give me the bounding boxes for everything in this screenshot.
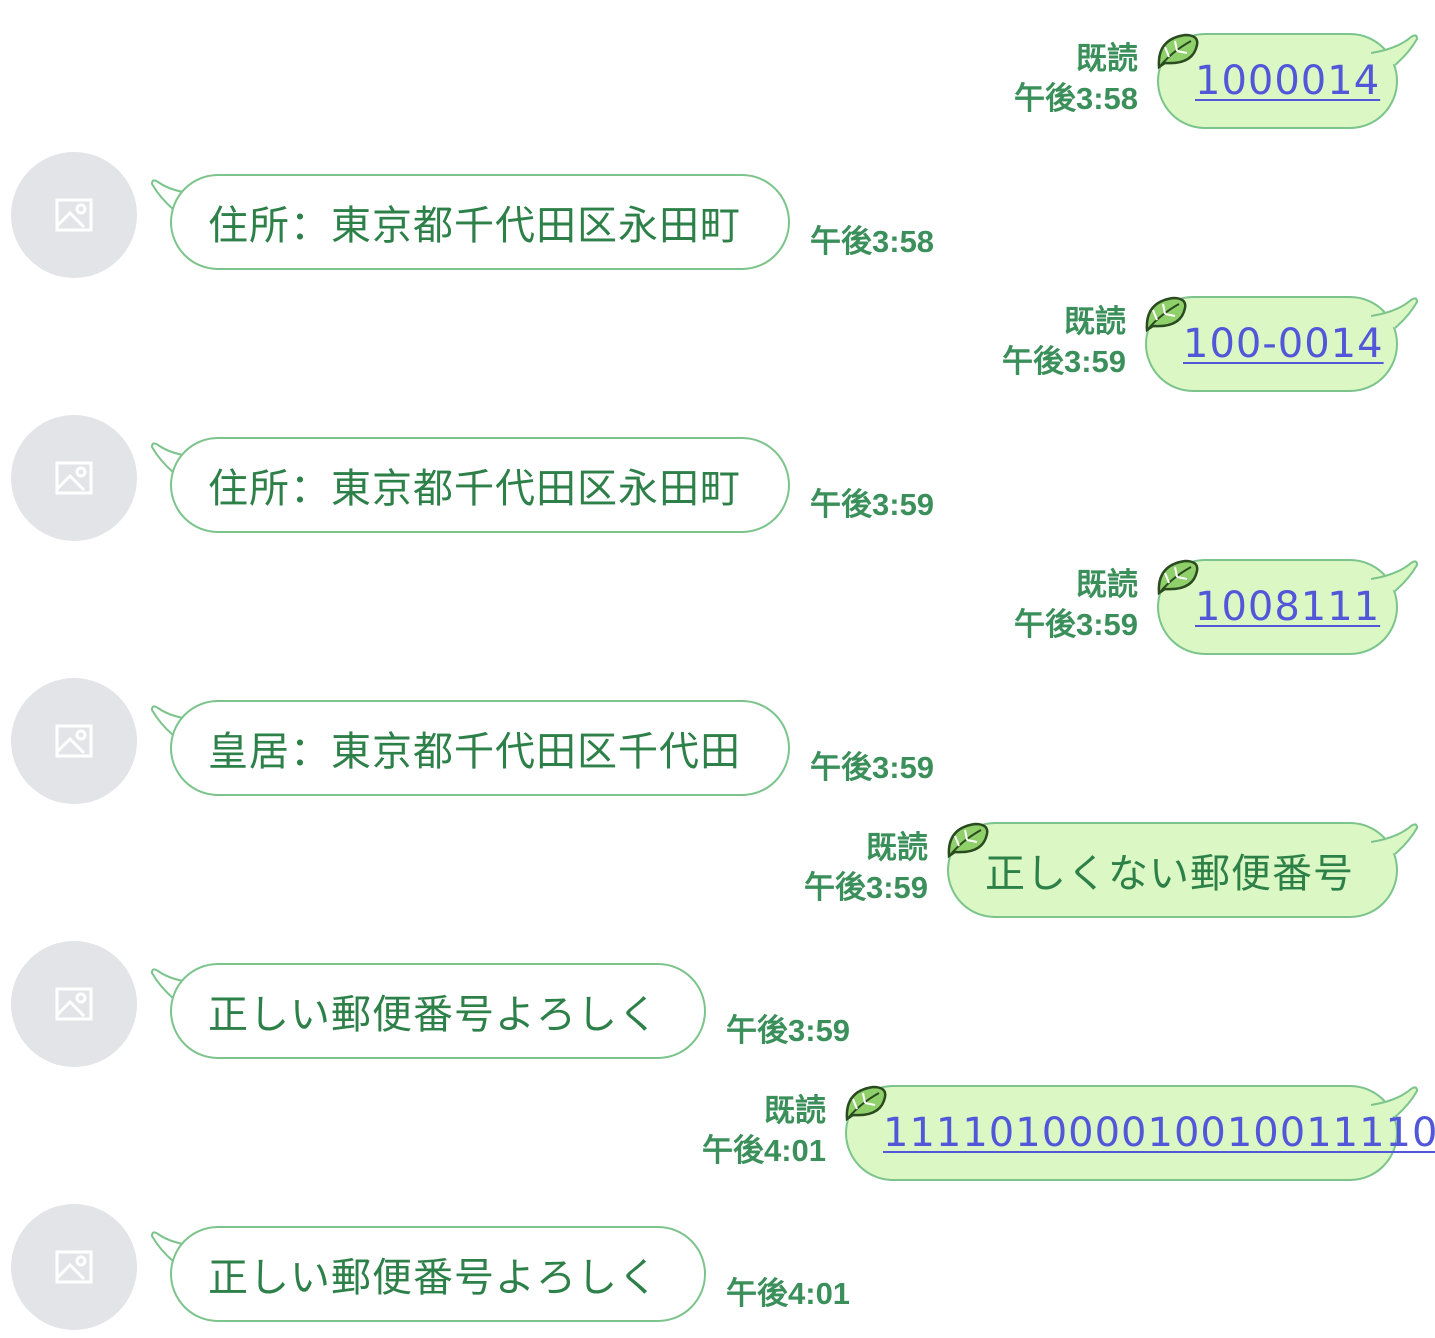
timestamp: 午後3:58: [810, 224, 935, 259]
bubble-tail: [1371, 1086, 1419, 1118]
avatar[interactable]: [11, 678, 137, 804]
message-bubble-incoming[interactable]: 住所：東京都千代田区永田町: [170, 174, 790, 270]
avatar[interactable]: [11, 152, 137, 278]
leaf-icon: [947, 822, 989, 859]
message-link[interactable]: 1000014: [1195, 58, 1380, 104]
message-link[interactable]: 1008111: [1195, 584, 1380, 630]
message-text: 正しい郵便番号よろしく: [208, 992, 659, 1038]
message-text: 皇居：東京都千代田区千代田: [208, 729, 741, 775]
message-row-incoming: 正しい郵便番号よろしく 午後3:59: [0, 941, 1435, 1067]
image-placeholder-icon: [55, 198, 93, 232]
timestamp: 午後3:59: [726, 1013, 851, 1048]
message-row-incoming: 住所：東京都千代田区永田町 午後3:58: [0, 152, 1435, 278]
image-placeholder-icon: [55, 724, 93, 758]
message-link[interactable]: 100-0014: [1183, 321, 1384, 367]
bubble-tail: [1371, 297, 1419, 329]
message-row-outgoing: 既読 午後3:59 正しくない郵便番号: [0, 822, 1435, 918]
timestamp: 午後3:59: [810, 487, 935, 522]
message-row-outgoing: 既読 午後3:58 1000014: [0, 33, 1435, 129]
message-bubble-incoming[interactable]: 皇居：東京都千代田区千代田: [170, 700, 790, 796]
message-row-incoming: 正しい郵便番号よろしく 午後4:01: [0, 1204, 1435, 1330]
message-row-outgoing: 既読 午後3:59 100-0014: [0, 296, 1435, 392]
leaf-icon: [1145, 296, 1187, 333]
timestamp: 午後4:01: [726, 1276, 851, 1311]
message-text: 住所：東京都千代田区永田町: [208, 466, 741, 512]
image-placeholder-icon: [55, 987, 93, 1021]
read-receipt: 既読: [1064, 304, 1126, 339]
message-bubble-outgoing[interactable]: 正しくない郵便番号: [947, 822, 1398, 918]
read-receipt: 既読: [764, 1093, 826, 1128]
message-bubble-incoming[interactable]: 正しい郵便番号よろしく: [170, 963, 706, 1059]
timestamp: 午後3:59: [1013, 607, 1138, 642]
read-receipt: 既読: [866, 830, 928, 865]
timestamp: 午後3:59: [1001, 344, 1126, 379]
message-meta: 既読 午後3:59: [804, 828, 928, 908]
read-receipt: 既読: [1076, 567, 1138, 602]
image-placeholder-icon: [55, 1250, 93, 1284]
message-row-incoming: 皇居：東京都千代田区千代田 午後3:59: [0, 678, 1435, 804]
timestamp: 午後4:01: [701, 1133, 826, 1168]
read-receipt: 既読: [1076, 41, 1138, 76]
message-meta: 既読 午後4:01: [702, 1091, 826, 1171]
message-meta: 既読 午後3:59: [1002, 302, 1126, 382]
bubble-tail: [1371, 823, 1419, 855]
message-meta: 既読 午後3:58: [1014, 39, 1138, 119]
message-bubble-incoming[interactable]: 正しい郵便番号よろしく: [170, 1226, 706, 1322]
message-text: 住所：東京都千代田区永田町: [208, 203, 741, 249]
message-link[interactable]: 111101000010010011110: [883, 1110, 1435, 1156]
message-text: 正しい郵便番号よろしく: [208, 1255, 659, 1301]
leaf-icon: [845, 1085, 887, 1122]
avatar[interactable]: [11, 415, 137, 541]
message-row-outgoing: 既読 午後4:01 111101000010010011110: [0, 1085, 1435, 1181]
message-meta: 既読 午後3:59: [1014, 565, 1138, 645]
timestamp: 午後3:59: [810, 750, 935, 785]
leaf-icon: [1157, 33, 1199, 70]
message-bubble-outgoing[interactable]: 111101000010010011110: [845, 1085, 1435, 1181]
message-row-incoming: 住所：東京都千代田区永田町 午後3:59: [0, 415, 1435, 541]
leaf-icon: [1157, 559, 1199, 596]
message-bubble-incoming[interactable]: 住所：東京都千代田区永田町: [170, 437, 790, 533]
bubble-tail: [1371, 560, 1419, 592]
message-text: 正しくない郵便番号: [985, 851, 1354, 897]
image-placeholder-icon: [55, 461, 93, 495]
bubble-tail: [1371, 34, 1419, 66]
avatar[interactable]: [11, 1204, 137, 1330]
message-row-outgoing: 既読 午後3:59 1008111: [0, 559, 1435, 655]
timestamp: 午後3:58: [1013, 81, 1138, 116]
avatar[interactable]: [11, 941, 137, 1067]
timestamp: 午後3:59: [803, 870, 928, 905]
